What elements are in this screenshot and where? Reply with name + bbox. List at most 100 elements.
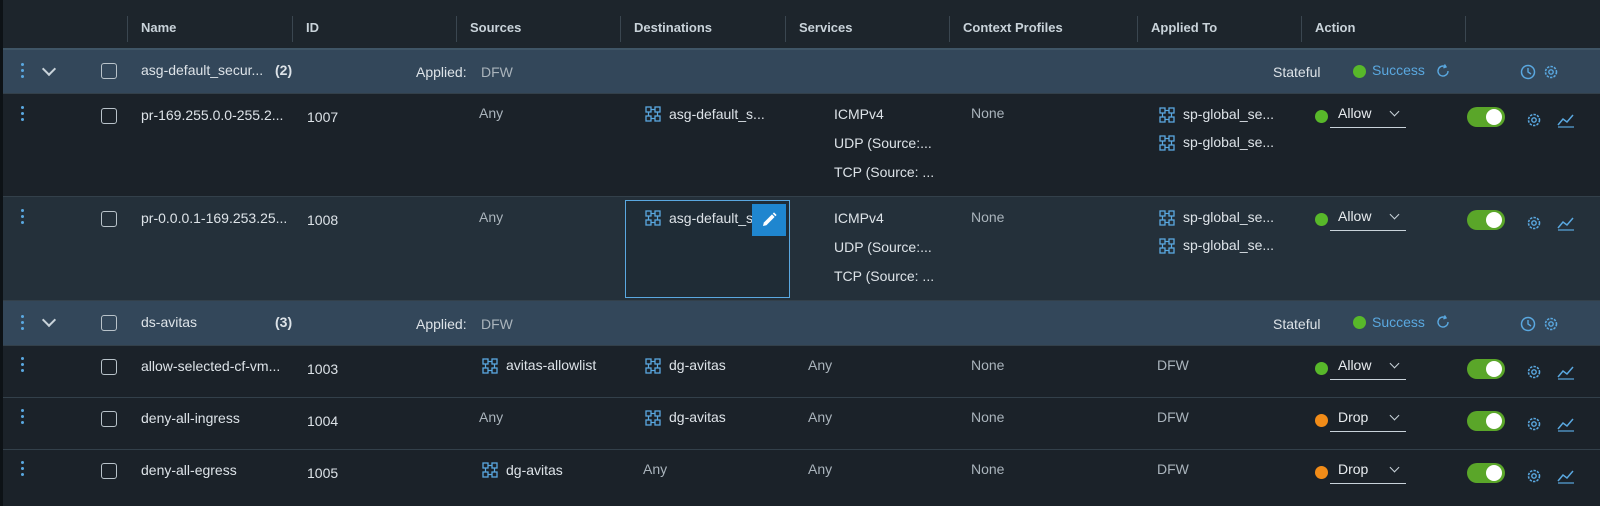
stats-graph-icon[interactable] xyxy=(1557,467,1575,485)
section-menu-icon[interactable] xyxy=(21,315,25,333)
column-header-name[interactable]: Name xyxy=(141,8,176,48)
rule-name[interactable]: pr-0.0.0.1-169.253.25... xyxy=(141,210,287,226)
action-select-value: Drop xyxy=(1338,461,1369,477)
rule-name[interactable]: pr-169.255.0.0-255.2... xyxy=(141,107,283,123)
gear-icon[interactable] xyxy=(1525,467,1543,485)
column-separator xyxy=(1137,16,1138,42)
rule-applied-to[interactable]: sp-global_se... xyxy=(1183,106,1274,122)
action-select[interactable]: Allow xyxy=(1330,104,1406,128)
gear-icon[interactable] xyxy=(1525,111,1543,129)
edit-destinations-button[interactable] xyxy=(752,204,786,236)
chevron-down-icon[interactable] xyxy=(41,312,57,328)
action-select[interactable]: Drop xyxy=(1330,460,1406,484)
table-row[interactable]: pr-0.0.0.1-169.253.25... 1008 Any None I… xyxy=(3,197,1600,301)
chevron-down-icon[interactable] xyxy=(41,61,57,77)
rule-applied-to[interactable]: sp-global_se... xyxy=(1183,134,1274,150)
section-checkbox[interactable] xyxy=(101,63,117,79)
row-checkbox[interactable] xyxy=(101,411,117,427)
gear-icon[interactable] xyxy=(1542,315,1560,333)
table-row[interactable]: deny-all-egress 1005 dg-avitas Any Any N… xyxy=(3,450,1600,506)
action-select-value: Drop xyxy=(1338,409,1369,425)
rule-enable-toggle[interactable] xyxy=(1467,107,1505,127)
rule-services[interactable]: Any xyxy=(808,357,832,373)
allow-status-icon xyxy=(1315,110,1328,123)
rule-applied-to[interactable]: sp-global_se... xyxy=(1183,237,1274,253)
rule-name[interactable]: allow-selected-cf-vm... xyxy=(141,358,280,374)
stats-graph-icon[interactable] xyxy=(1557,363,1575,381)
rule-destinations[interactable]: dg-avitas xyxy=(669,409,726,425)
column-header-destinations[interactable]: Destinations xyxy=(634,8,712,48)
rule-sources[interactable]: Any xyxy=(479,409,503,425)
rule-destinations[interactable]: asg-default_s... xyxy=(669,106,765,122)
rule-services[interactable]: Any xyxy=(808,461,832,477)
row-menu-icon[interactable] xyxy=(21,209,25,227)
policy-section-row[interactable]: asg-default_secur... (2) Applied: DFW St… xyxy=(3,50,1600,94)
table-row[interactable]: allow-selected-cf-vm... 1003 avitas-allo… xyxy=(3,346,1600,398)
table-row[interactable]: deny-all-ingress 1004 Any dg-avitas Any … xyxy=(3,398,1600,450)
rule-applied-to[interactable]: DFW xyxy=(1157,409,1189,425)
rule-context-profiles[interactable]: None xyxy=(971,461,1004,477)
gear-icon[interactable] xyxy=(1542,63,1560,81)
column-header-action[interactable]: Action xyxy=(1315,8,1355,48)
rule-name[interactable]: deny-all-egress xyxy=(141,462,237,478)
section-menu-icon[interactable] xyxy=(21,63,25,81)
column-header-applied-to[interactable]: Applied To xyxy=(1151,8,1217,48)
gear-icon[interactable] xyxy=(1525,214,1543,232)
section-name: asg-default_secur... xyxy=(141,62,264,78)
column-header-context-profiles[interactable]: Context Profiles xyxy=(963,8,1063,48)
rule-sources[interactable]: avitas-allowlist xyxy=(506,357,596,373)
section-rule-count: (2) xyxy=(275,62,293,78)
rule-context-profiles[interactable]: None xyxy=(971,409,1004,425)
history-icon[interactable] xyxy=(1519,63,1537,81)
stats-graph-icon[interactable] xyxy=(1557,214,1575,232)
row-menu-icon[interactable] xyxy=(21,106,25,124)
row-menu-icon[interactable] xyxy=(21,357,25,375)
section-status[interactable]: Success xyxy=(1372,62,1425,78)
rule-enable-toggle[interactable] xyxy=(1467,411,1505,431)
rule-context-profiles[interactable]: None xyxy=(971,357,1004,373)
section-checkbox[interactable] xyxy=(101,315,117,331)
row-menu-icon[interactable] xyxy=(21,461,25,479)
row-checkbox[interactable] xyxy=(101,211,117,227)
rule-applied-to[interactable]: sp-global_se... xyxy=(1183,209,1274,225)
gear-icon[interactable] xyxy=(1525,415,1543,433)
rule-context-profiles[interactable]: None xyxy=(971,209,1004,225)
drop-status-icon xyxy=(1315,414,1328,427)
action-select[interactable]: Allow xyxy=(1330,207,1406,231)
rule-sources[interactable]: dg-avitas xyxy=(506,462,563,478)
history-icon[interactable] xyxy=(1519,315,1537,333)
rule-enable-toggle[interactable] xyxy=(1467,359,1505,379)
rule-enable-toggle[interactable] xyxy=(1467,210,1505,230)
rule-destinations[interactable]: asg-default_s xyxy=(669,210,753,226)
rule-destinations[interactable]: dg-avitas xyxy=(669,357,726,373)
table-row[interactable]: pr-169.255.0.0-255.2... 1007 Any asg-def… xyxy=(3,94,1600,197)
rule-name[interactable]: deny-all-ingress xyxy=(141,410,240,426)
rule-sources[interactable]: Any xyxy=(479,209,503,225)
row-checkbox[interactable] xyxy=(101,463,117,479)
refresh-icon[interactable] xyxy=(1435,63,1451,79)
stats-graph-icon[interactable] xyxy=(1557,415,1575,433)
rule-applied-to[interactable]: DFW xyxy=(1157,461,1189,477)
rule-services[interactable]: Any xyxy=(808,409,832,425)
row-menu-icon[interactable] xyxy=(21,409,25,427)
action-select[interactable]: Allow xyxy=(1330,356,1406,380)
column-header-sources[interactable]: Sources xyxy=(470,8,521,48)
stats-graph-icon[interactable] xyxy=(1557,111,1575,129)
section-mode: Stateful xyxy=(1273,64,1321,80)
column-header-id[interactable]: ID xyxy=(306,8,319,48)
policy-section-row[interactable]: ds-avitas (3) Applied: DFW Stateful Succ… xyxy=(3,301,1600,346)
section-status[interactable]: Success xyxy=(1372,314,1425,330)
rule-sources[interactable]: Any xyxy=(479,105,503,121)
row-checkbox[interactable] xyxy=(101,108,117,124)
gear-icon[interactable] xyxy=(1525,363,1543,381)
rule-applied-to[interactable]: DFW xyxy=(1157,357,1189,373)
row-checkbox[interactable] xyxy=(101,359,117,375)
column-separator xyxy=(456,16,457,42)
action-select[interactable]: Drop xyxy=(1330,408,1406,432)
refresh-icon[interactable] xyxy=(1435,314,1451,330)
rule-enable-toggle[interactable] xyxy=(1467,463,1505,483)
section-name: ds-avitas xyxy=(141,314,198,330)
rule-destinations[interactable]: Any xyxy=(643,461,667,477)
column-header-services[interactable]: Services xyxy=(799,8,853,48)
rule-context-profiles[interactable]: None xyxy=(971,105,1004,121)
